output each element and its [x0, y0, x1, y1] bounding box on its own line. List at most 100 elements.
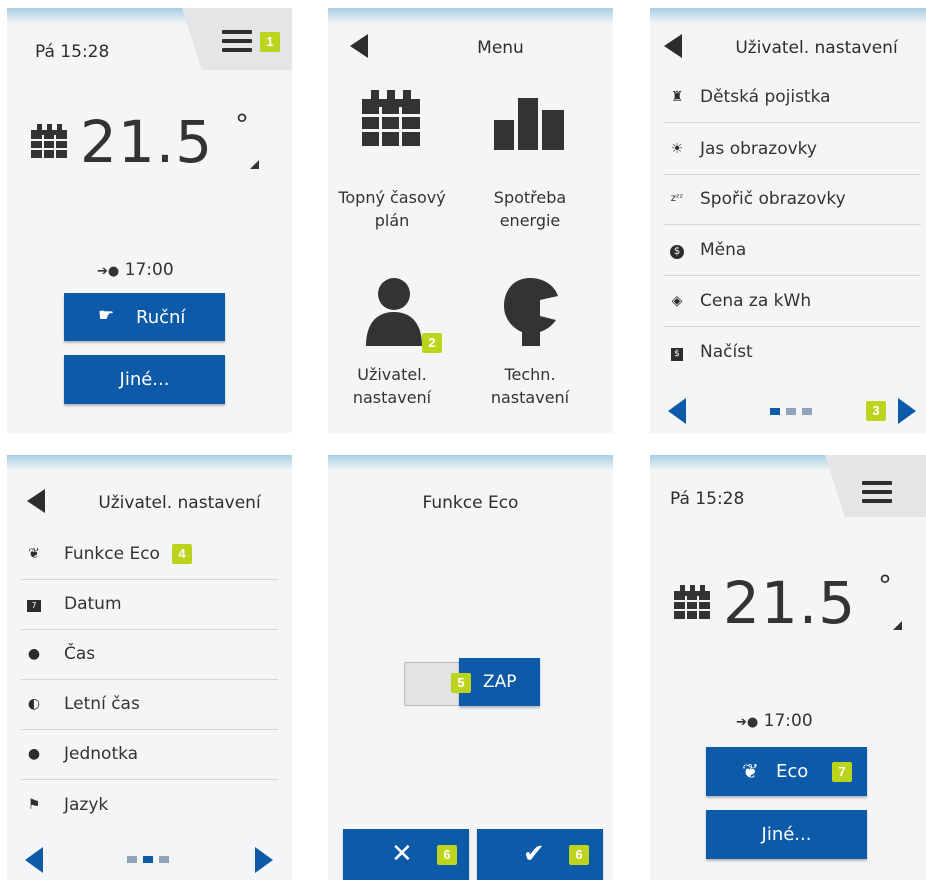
bar-chart-icon[interactable]	[494, 98, 564, 150]
arrow-clock-icon: ➔●	[97, 264, 120, 279]
next-change: ➔● 17:00	[97, 260, 174, 280]
tile-heating-schedule[interactable]: Topný časový plán	[332, 186, 452, 232]
user-settings-screen-1: Uživatel. nastavení ♜ Dětská pojistka ☀ …	[650, 8, 926, 433]
menu-icon[interactable]	[222, 30, 252, 52]
menu-screen: Menu Topný časový plán Spotřeba energie …	[328, 8, 613, 433]
temperature-value: 21.5	[80, 108, 214, 176]
tile-energy-consumption[interactable]: Spotřeba energie	[470, 186, 590, 232]
next-page-icon[interactable]	[898, 398, 916, 424]
corner-marker	[893, 621, 902, 630]
list-item[interactable]: ⚑ Jazyk	[7, 781, 292, 831]
flag-icon: ⚑	[27, 797, 41, 813]
tile-tech-settings[interactable]: Techn. nastavení	[470, 363, 590, 409]
divider	[664, 224, 921, 225]
step-badge: 5	[451, 673, 471, 693]
page-title: Funkce Eco	[422, 493, 519, 513]
divider	[664, 122, 921, 123]
page-title: Menu	[477, 38, 524, 58]
screensaver-icon: zᶻᶻ	[670, 193, 684, 204]
unit-icon: ●	[27, 746, 41, 762]
list-item[interactable]: ☀ Jas obrazovky	[650, 125, 926, 175]
user-icon[interactable]	[364, 276, 424, 346]
price-tag-icon: ◈	[671, 293, 683, 309]
list-item-label: Funkce Eco	[64, 544, 160, 564]
list-item-label: Cena za kWh	[700, 291, 812, 311]
other-button-label: Jiné...	[119, 369, 170, 390]
list-item[interactable]: ● Čas	[7, 630, 292, 680]
manual-button[interactable]: ☛ Ruční	[64, 293, 225, 341]
list-item[interactable]: ❦ Funkce Eco	[7, 530, 292, 580]
prev-page-icon[interactable]	[668, 398, 686, 424]
list-item-label: Letní čas	[64, 694, 140, 714]
step-badge: 7	[832, 762, 852, 782]
tile-label-line1: Uživatel.	[357, 365, 427, 384]
calendar-icon	[31, 124, 67, 158]
tile-user-settings[interactable]: Uživatel. nastavení	[332, 363, 452, 409]
list-item-label: Čas	[64, 644, 96, 664]
back-icon[interactable]	[27, 489, 45, 513]
list-item-label: Měna	[700, 240, 747, 260]
leaf-icon: ❦	[28, 546, 40, 562]
eco-button-label: Eco	[776, 761, 809, 782]
home-screen: Pá 15:28 1 21.5 ° ➔● 17:00 ☛ Ruční Jiné.…	[7, 8, 292, 433]
manual-button-label: Ruční	[136, 307, 186, 328]
child-lock-icon: ♜	[670, 89, 684, 105]
other-button-label: Jiné...	[761, 824, 812, 845]
page-title: Uživatel. nastavení	[735, 38, 898, 58]
other-button[interactable]: Jiné...	[706, 810, 867, 859]
tile-label-line2: plán	[374, 211, 410, 230]
corner-marker	[250, 160, 259, 169]
tile-label-line1: Spotřeba	[493, 188, 567, 207]
eco-toggle[interactable]: ZAP 5	[404, 658, 540, 706]
list-item[interactable]: ◐ Letní čas	[7, 680, 292, 730]
back-icon[interactable]	[350, 34, 368, 58]
close-icon: ✕	[391, 839, 413, 869]
prev-page-icon[interactable]	[25, 847, 43, 873]
next-page-icon[interactable]	[255, 847, 273, 873]
step-badge: 2	[422, 333, 442, 353]
tile-label-line2: energie	[499, 211, 561, 230]
list-item[interactable]: ● Jednotka	[7, 730, 292, 780]
other-button[interactable]: Jiné...	[64, 355, 225, 404]
hand-icon: ☛	[98, 305, 115, 326]
date-icon: 7	[25, 595, 43, 613]
list-item[interactable]: zᶻᶻ Spořič obrazovky	[650, 175, 926, 225]
list-item-label: Spořič obrazovky	[700, 189, 846, 209]
step-badge: 6	[569, 845, 589, 865]
menu-icon[interactable]	[862, 481, 892, 503]
check-icon: ✔	[523, 839, 545, 869]
tile-label-line1: Techn.	[504, 365, 556, 384]
step-badge: 3	[866, 401, 886, 421]
back-icon[interactable]	[664, 34, 682, 58]
load-icon: $	[668, 343, 686, 361]
divider	[664, 275, 921, 276]
list-item[interactable]: ♜ Dětská pojistka	[650, 73, 926, 123]
list-item[interactable]: ◈ Cena za kWh	[650, 277, 926, 327]
list-item[interactable]: 7 Datum	[7, 580, 292, 630]
cancel-button[interactable]: ✕ 6	[343, 829, 469, 880]
toggle-label: ZAP	[483, 672, 517, 692]
list-item[interactable]: $ Načíst	[650, 328, 926, 378]
home-screen-eco: Pá 15:28 21.5 ° ➔● 17:00 ❦ Eco 7 Jiné...	[650, 455, 926, 880]
arrow-clock-icon: ➔●	[736, 715, 759, 730]
list-item-label: Jazyk	[64, 795, 109, 815]
user-settings-screen-2: Uživatel. nastavení ❦ Funkce Eco 4 7 Dat…	[7, 455, 292, 880]
confirm-button[interactable]: ✔ 6	[477, 829, 603, 880]
list-item-label: Dětská pojistka	[700, 87, 831, 107]
list-item-label: Jednotka	[64, 744, 139, 764]
divider	[664, 326, 921, 327]
clock-time: Pá 15:28	[35, 42, 110, 62]
list-item-label: Načíst	[700, 342, 753, 362]
next-change: ➔● 17:00	[736, 711, 813, 731]
divider	[21, 779, 278, 780]
next-change-time: 17:00	[124, 260, 174, 280]
step-badge: 6	[437, 845, 457, 865]
list-item[interactable]: $ Měna	[650, 226, 926, 276]
degree-sign: °	[878, 569, 892, 602]
eco-button[interactable]: ❦ Eco 7	[706, 747, 867, 796]
next-change-time: 17:00	[763, 711, 813, 731]
leaf-icon: ❦	[742, 759, 759, 783]
calendar-icon[interactable]	[360, 90, 422, 148]
wrench-icon[interactable]	[500, 276, 564, 346]
clock-time: Pá 15:28	[670, 489, 745, 509]
